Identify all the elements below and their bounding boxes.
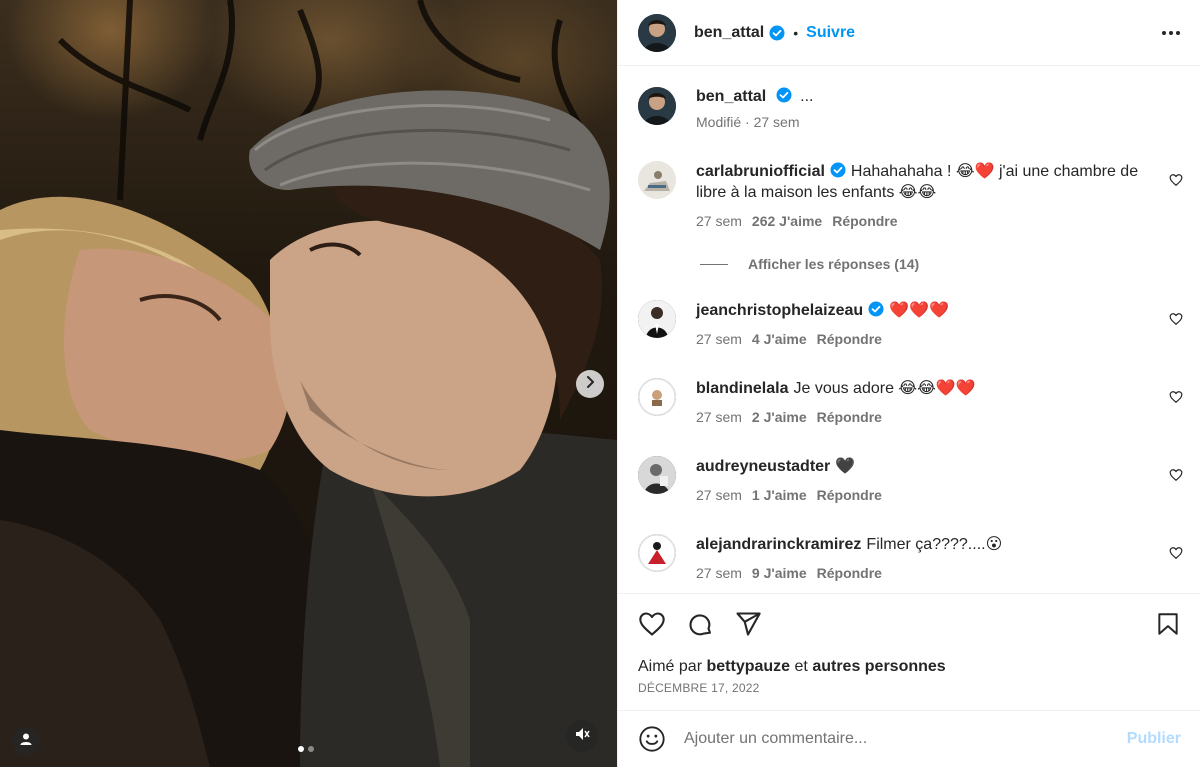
author-avatar[interactable] <box>638 13 676 52</box>
comment-item: carlabruniofficial Hahahahaha ! 😂❤️ j'ai … <box>638 161 1183 232</box>
comment-bubble-icon[interactable] <box>686 610 714 638</box>
likes-middle: et <box>794 658 808 675</box>
comment-item: blandinelala Je vous adore 😂😂❤️❤️ 27 sem … <box>638 378 1183 428</box>
follow-button[interactable]: Suivre <box>806 24 855 42</box>
liked-by-user[interactable]: bettypauze <box>706 658 790 675</box>
comment-like-heart-icon[interactable] <box>1169 390 1183 409</box>
comment-text: Filmer ça????....😮 <box>866 536 1003 553</box>
caption-text: ... <box>800 88 814 105</box>
verified-badge-icon <box>830 162 846 178</box>
comment-like-heart-icon[interactable] <box>1169 312 1183 331</box>
comment-text: 🖤 <box>835 458 856 475</box>
post-photo <box>0 0 617 767</box>
comment-likes[interactable]: 4 J'aime <box>752 329 807 350</box>
mute-toggle-button[interactable] <box>566 720 598 752</box>
view-replies-button[interactable]: Afficher les réponses (14) <box>700 256 919 272</box>
speaker-muted-icon <box>574 726 590 747</box>
comment-username[interactable]: jeanchristophelaizeau <box>696 302 863 319</box>
comment-likes[interactable]: 262 J'aime <box>752 211 822 232</box>
likes-prefix: Aimé par <box>638 658 703 675</box>
view-replies-label: Afficher les réponses (14) <box>748 256 920 272</box>
carousel-indicator <box>298 746 314 752</box>
caption-avatar[interactable] <box>638 87 676 125</box>
comment-like-heart-icon[interactable] <box>1169 468 1183 487</box>
comment-input[interactable] <box>684 730 1127 748</box>
commenter-avatar[interactable] <box>638 378 676 416</box>
comment-time: 27 sem <box>696 331 742 347</box>
likes-summary: Aimé par bettypauze et autres personnes <box>618 658 1200 676</box>
reply-button[interactable]: Répondre <box>817 485 882 506</box>
tagged-users-button[interactable] <box>12 727 40 755</box>
header-separator: • <box>793 24 799 41</box>
comment-username[interactable]: alejandrarinckramirez <box>696 536 861 553</box>
reply-button[interactable]: Répondre <box>817 329 882 350</box>
comment-like-heart-icon[interactable] <box>1169 546 1183 565</box>
commenter-avatar[interactable] <box>638 300 676 338</box>
bookmark-icon[interactable] <box>1155 611 1181 637</box>
comment-time: 27 sem <box>696 565 742 581</box>
caption-username[interactable]: ben_attal <box>696 88 766 105</box>
comment-item: alejandrarinckramirez Filmer ça????....😮 … <box>638 534 1183 584</box>
reply-button[interactable]: Répondre <box>832 211 897 232</box>
comment-likes[interactable]: 1 J'aime <box>752 485 807 506</box>
comment-time: 27 sem <box>696 213 742 229</box>
comments-list[interactable]: ben_attal ... Modifié · 27 sem carlabrun… <box>618 67 1200 593</box>
post-details-panel: ben_attal • Suivre ben_attal ... Modifié… <box>617 0 1200 767</box>
paper-plane-icon[interactable] <box>734 610 762 638</box>
post-date[interactable]: DÉCEMBRE 17, 2022 <box>618 681 1200 695</box>
comment-time: 27 sem <box>696 409 742 425</box>
add-comment-bar: Publier <box>618 710 1200 767</box>
comment-item: jeanchristophelaizeau ❤️❤️❤️ 27 sem 4 J'a… <box>638 300 1183 350</box>
heart-icon[interactable] <box>638 610 666 638</box>
commenter-avatar[interactable] <box>638 534 676 572</box>
reply-button[interactable]: Répondre <box>817 407 882 428</box>
comment-text: Je vous adore 😂😂❤️❤️ <box>793 380 976 397</box>
caption-meta: Modifié · 27 sem <box>696 114 800 130</box>
user-tag-icon <box>19 732 33 751</box>
comment-like-heart-icon[interactable] <box>1169 173 1183 192</box>
chevron-right-icon <box>584 375 596 393</box>
verified-badge-icon <box>776 87 792 103</box>
author-username[interactable]: ben_attal <box>694 24 764 42</box>
comment-text: ❤️❤️❤️ <box>889 302 949 319</box>
more-options-icon[interactable] <box>1162 30 1180 35</box>
carousel-dot <box>308 746 314 752</box>
verified-badge-icon <box>868 301 884 317</box>
carousel-next-button[interactable] <box>576 370 604 398</box>
post-header: ben_attal • Suivre <box>618 0 1200 66</box>
comment-likes[interactable]: 2 J'aime <box>752 407 807 428</box>
post-caption: ben_attal ... Modifié · 27 sem <box>618 67 1200 130</box>
commenter-avatar[interactable] <box>638 161 676 199</box>
carousel-dot-active <box>298 746 304 752</box>
reply-button[interactable]: Répondre <box>817 563 882 584</box>
liked-by-others[interactable]: autres personnes <box>812 658 945 675</box>
comment-time: 27 sem <box>696 487 742 503</box>
post-actions-section: Aimé par bettypauze et autres personnes … <box>618 593 1200 695</box>
comment-username[interactable]: carlabruniofficial <box>696 163 825 180</box>
action-buttons <box>618 594 1200 654</box>
comment-username[interactable]: blandinelala <box>696 380 788 397</box>
comment-likes[interactable]: 9 J'aime <box>752 563 807 584</box>
verified-badge-icon <box>769 25 785 41</box>
comment-username[interactable]: audreyneustadter <box>696 458 830 475</box>
smiley-icon[interactable] <box>638 725 666 753</box>
commenter-avatar[interactable] <box>638 456 676 494</box>
post-media[interactable] <box>0 0 617 767</box>
comment-item: audreyneustadter 🖤 27 sem 1 J'aime Répond… <box>638 456 1183 506</box>
publish-button[interactable]: Publier <box>1127 730 1181 748</box>
